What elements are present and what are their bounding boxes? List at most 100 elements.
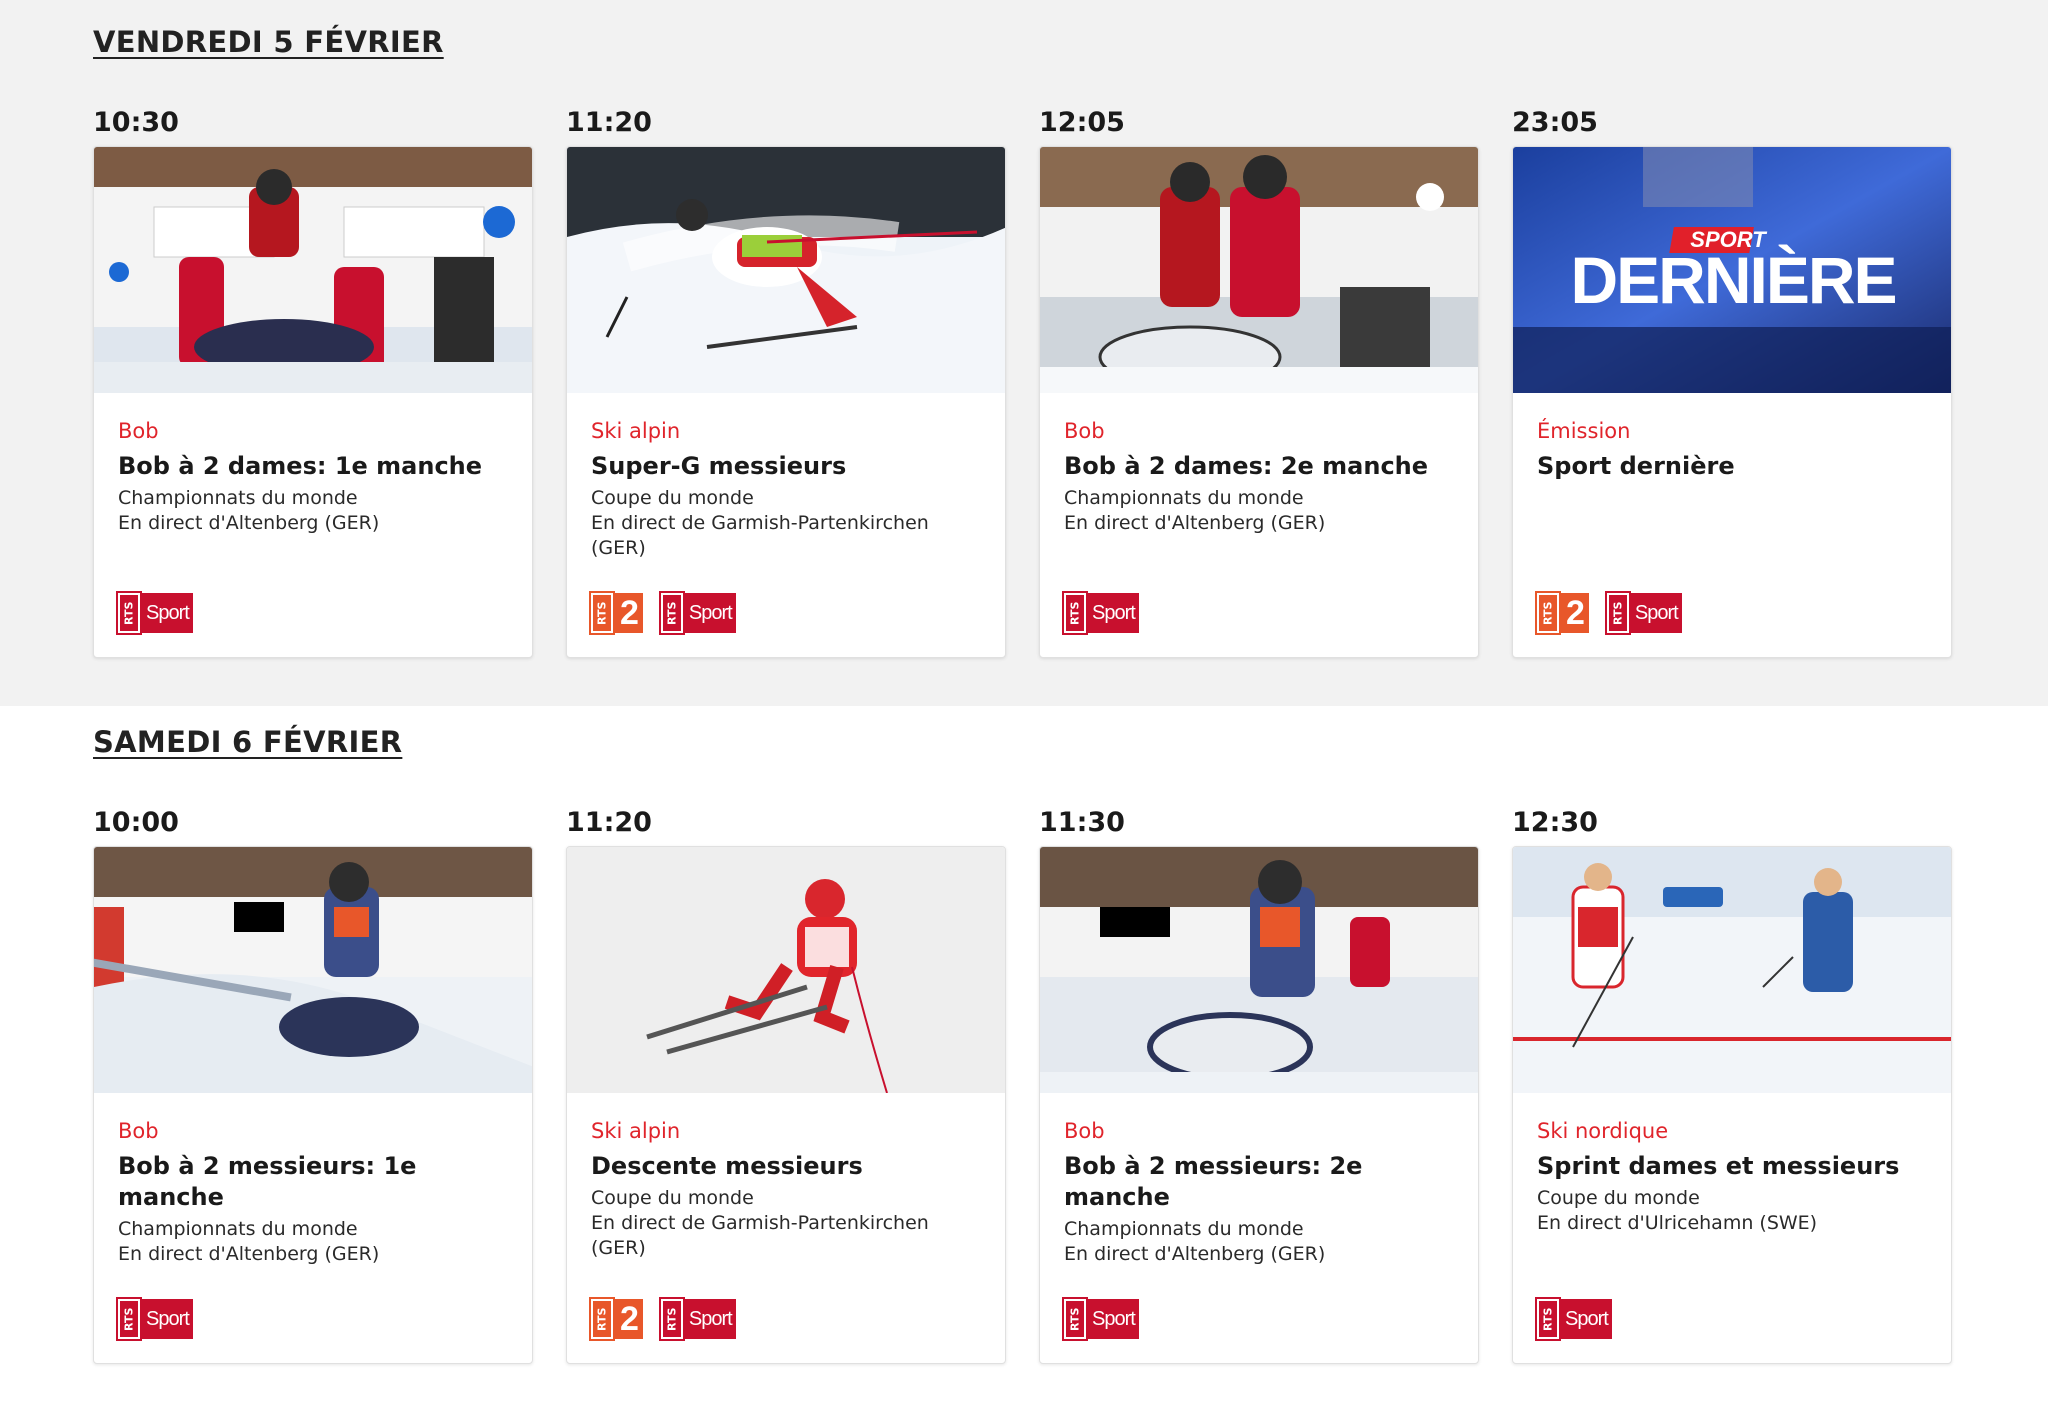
program-title[interactable]: Sport dernière (1537, 451, 1927, 482)
program-slot: 10:30 Bob Bob à 2 dames: 1e manche Champ… (93, 106, 533, 658)
channel-list: RTS Sport (1062, 591, 1139, 635)
rts-sport-logo[interactable]: RTS Sport (1062, 1297, 1139, 1341)
nordic-sprint-photo[interactable] (1513, 847, 1951, 1093)
program-slot: 10:00 Bob Bob à 2 messieurs: 1e manche C… (93, 806, 533, 1364)
program-slot: 12:05 Bob Bob à 2 dames: 2e manche Champ… (1039, 106, 1479, 658)
rts-tag: RTS (589, 1297, 615, 1341)
program-time: 11:20 (566, 107, 652, 138)
program-slot: 23:05 SPORT DERNIÈRE Émission Sport dern… (1512, 106, 1952, 658)
program-time: 10:00 (93, 807, 179, 838)
rts-sport-logo[interactable]: RTS Sport (1062, 591, 1139, 635)
program-slot: 11:20 Ski alpin Descente messieurs Coupe… (566, 806, 1006, 1364)
day-heading[interactable]: VENDREDI 5 FÉVRIER (93, 22, 444, 62)
program-time: 10:30 (93, 107, 179, 138)
rts-tag: RTS (1604, 591, 1631, 635)
bobsleigh-start-photo[interactable] (94, 147, 532, 393)
rts-tag: RTS (1062, 591, 1088, 635)
program-card[interactable]: Ski nordique Sprint dames et messieurs C… (1512, 846, 1952, 1364)
rts-sport-logo[interactable]: RTS Sport (1604, 591, 1682, 635)
rts-tag: RTS (116, 591, 142, 635)
program-slot: 11:20 Ski alpin Super-G messieurs Coupe … (566, 106, 1006, 658)
rts-sport-logo[interactable]: RTS Sport (116, 1297, 193, 1341)
program-time: 11:30 (1039, 807, 1125, 838)
rts-tag: RTS (116, 1297, 142, 1341)
channel-list: RTS 2 RTS Sport (589, 1297, 736, 1341)
program-category: Ski alpin (591, 419, 681, 443)
bobsleigh-push-photo[interactable] (1040, 147, 1478, 393)
program-title[interactable]: Sprint dames et messieurs (1537, 1151, 1927, 1182)
program-list: 10:30 Bob Bob à 2 dames: 1e manche Champ… (93, 106, 2048, 658)
bobsleigh-men-photo[interactable] (94, 847, 532, 1093)
rts-sport-logo[interactable]: RTS Sport (116, 591, 193, 635)
sport-derniere-studio[interactable]: SPORT DERNIÈRE (1513, 147, 1951, 393)
program-title[interactable]: Bob à 2 messieurs: 2e manche (1064, 1151, 1454, 1213)
program-slot: 11:30 Bob Bob à 2 messieurs: 2e manche C… (1039, 806, 1479, 1364)
show-name: DERNIÈRE (1570, 243, 1895, 317)
channel-name: Sport (142, 593, 193, 633)
program-description: Coupe du monde En direct de Garmish-Part… (591, 486, 981, 561)
program-title[interactable]: Super-G messieurs (591, 451, 981, 482)
description-line: En direct de Garmish-Partenkirchen (591, 512, 929, 534)
program-time: 23:05 (1512, 107, 1598, 138)
channel-name: Sport (142, 1299, 193, 1339)
rts-tag: RTS (1535, 591, 1561, 635)
channel-name: Sport (1088, 593, 1139, 633)
rts-sport-logo[interactable]: RTS Sport (658, 591, 736, 635)
day-section-saturday: SAMEDI 6 FÉVRIER 10:00 Bob Bob à 2 messi… (0, 706, 2048, 1416)
channel-name: Sport (684, 1299, 736, 1339)
program-description: Coupe du monde En direct d'Ulricehamn (S… (1537, 1186, 1927, 1236)
program-card[interactable]: Bob Bob à 2 messieurs: 1e manche Champio… (93, 846, 533, 1364)
rts-sport-logo[interactable]: RTS Sport (658, 1297, 736, 1341)
program-title[interactable]: Bob à 2 messieurs: 1e manche (118, 1151, 508, 1213)
program-title[interactable]: Descente messieurs (591, 1151, 981, 1182)
rts-2-logo[interactable]: RTS 2 (589, 591, 643, 635)
description-line: En direct de Garmish-Partenkirchen (591, 1212, 929, 1234)
channel-list: RTS 2 RTS Sport (1535, 591, 1682, 635)
program-description: Championnats du monde En direct d'Altenb… (118, 486, 508, 536)
ski-racer-photo[interactable] (567, 147, 1005, 393)
program-category: Ski alpin (591, 1119, 681, 1143)
program-description: Championnats du monde En direct d'Altenb… (1064, 486, 1454, 536)
program-title[interactable]: Bob à 2 dames: 2e manche (1064, 451, 1454, 482)
program-category: Bob (1064, 419, 1105, 443)
description-line: Championnats du monde (118, 487, 358, 509)
program-category: Bob (118, 1119, 159, 1143)
description-line: Coupe du monde (591, 1187, 754, 1209)
channel-list: RTS Sport (116, 1297, 193, 1341)
channel-name: 2 (1561, 593, 1589, 633)
rts-tag: RTS (658, 591, 685, 635)
program-card[interactable]: SPORT DERNIÈRE Émission Sport dernière R… (1512, 146, 1952, 658)
rts-sport-logo[interactable]: RTS Sport (1535, 1297, 1612, 1341)
program-description: Coupe du monde En direct de Garmish-Part… (591, 1186, 981, 1261)
program-time: 12:30 (1512, 807, 1598, 838)
description-line: En direct d'Altenberg (GER) (118, 1243, 380, 1265)
description-line: En direct d'Altenberg (GER) (1064, 512, 1326, 534)
program-category: Ski nordique (1537, 1119, 1669, 1143)
program-category: Bob (118, 419, 159, 443)
description-line: En direct d'Altenberg (GER) (118, 512, 380, 534)
rts-tag: RTS (589, 591, 615, 635)
program-time: 12:05 (1039, 107, 1125, 138)
program-card[interactable]: Bob Bob à 2 dames: 2e manche Championnat… (1039, 146, 1479, 658)
channel-list: RTS Sport (1535, 1297, 1612, 1341)
bobsleigh-men-push-photo[interactable] (1040, 847, 1478, 1093)
channel-name: 2 (615, 1299, 643, 1339)
channel-name: Sport (1561, 1299, 1612, 1339)
rts-2-logo[interactable]: RTS 2 (1535, 591, 1589, 635)
program-title[interactable]: Bob à 2 dames: 1e manche (118, 451, 508, 482)
downhill-jump-photo[interactable] (567, 847, 1005, 1093)
program-card[interactable]: Bob Bob à 2 dames: 1e manche Championnat… (93, 146, 533, 658)
rts-tag: RTS (1062, 1297, 1088, 1341)
day-heading[interactable]: SAMEDI 6 FÉVRIER (93, 722, 402, 762)
channel-name: Sport (1088, 1299, 1139, 1339)
description-line: Coupe du monde (1537, 1187, 1700, 1209)
channel-name: Sport (684, 593, 736, 633)
program-list: 10:00 Bob Bob à 2 messieurs: 1e manche C… (93, 806, 2048, 1364)
program-time: 11:20 (566, 807, 652, 838)
program-card[interactable]: Ski alpin Super-G messieurs Coupe du mon… (566, 146, 1006, 658)
program-card[interactable]: Bob Bob à 2 messieurs: 2e manche Champio… (1039, 846, 1479, 1364)
program-card[interactable]: Ski alpin Descente messieurs Coupe du mo… (566, 846, 1006, 1364)
day-section-friday: VENDREDI 5 FÉVRIER 10:30 Bob Bob à 2 dam… (0, 0, 2048, 706)
rts-2-logo[interactable]: RTS 2 (589, 1297, 643, 1341)
description-line: Championnats du monde (1064, 1218, 1304, 1240)
